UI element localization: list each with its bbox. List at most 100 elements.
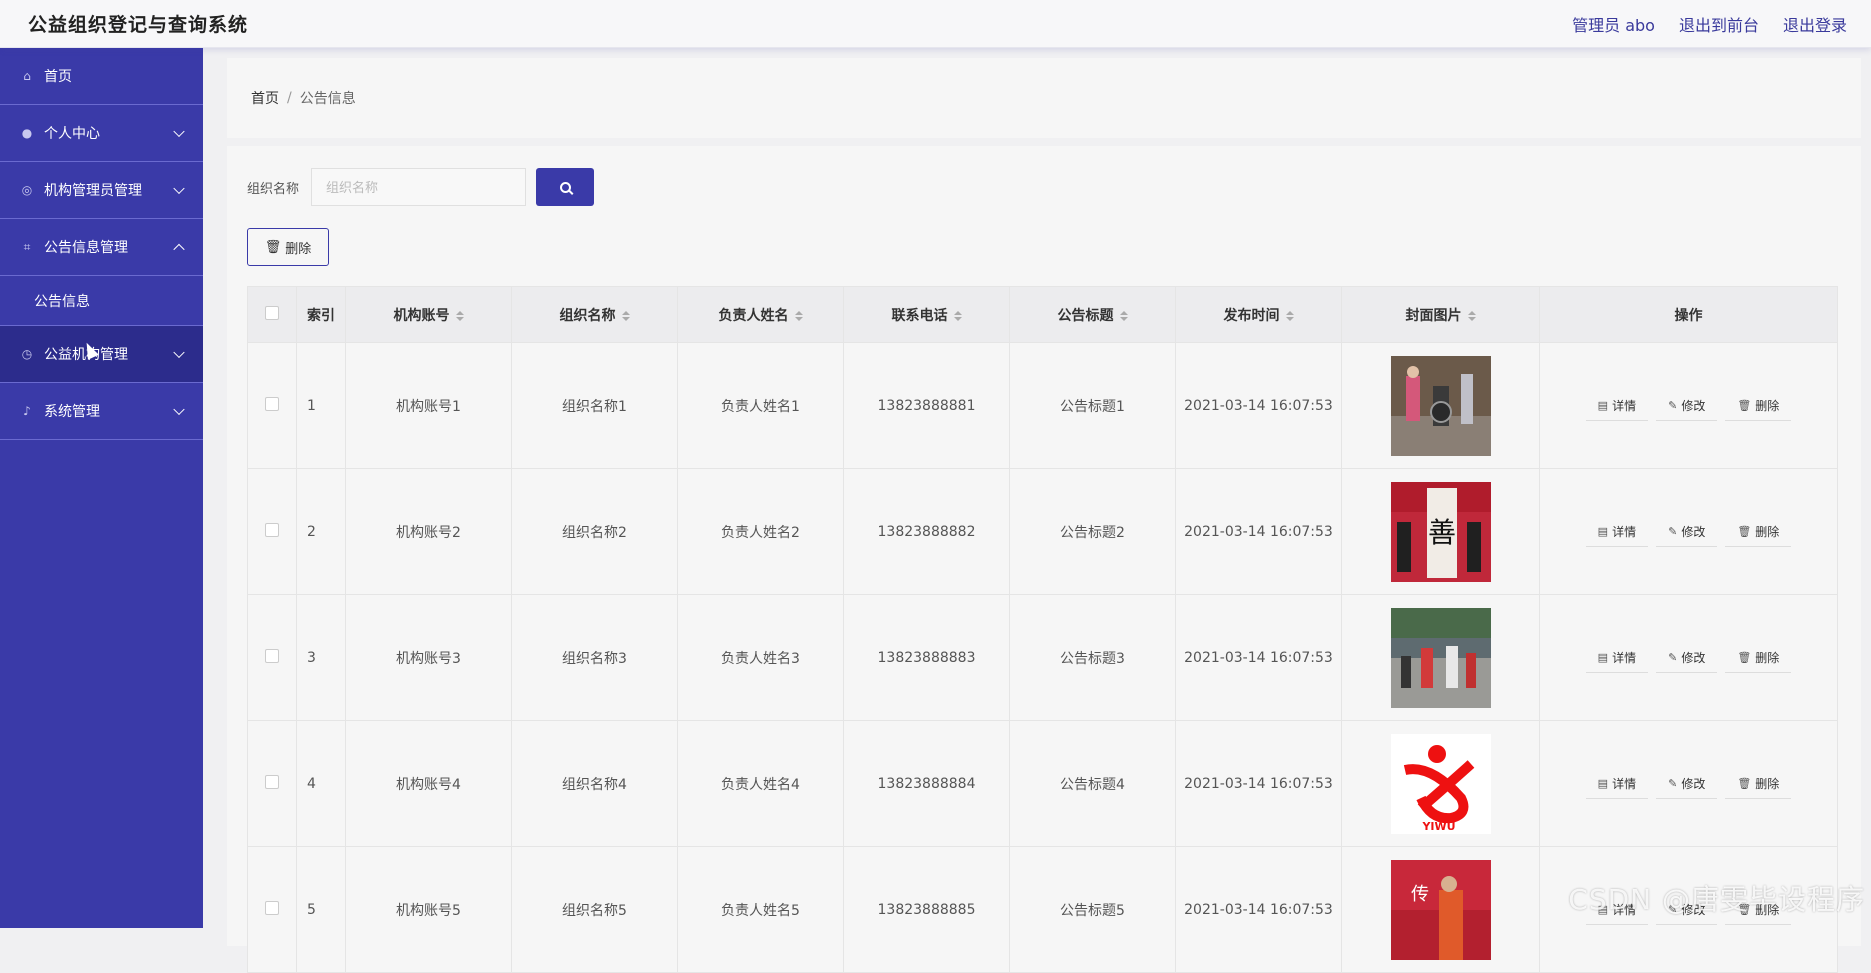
cell-time: 2021-03-14 16:07:53 bbox=[1176, 721, 1342, 847]
sidebar-subitem-announcement[interactable]: 公告信息 bbox=[0, 276, 203, 326]
breadcrumb-current: 公告信息 bbox=[300, 88, 356, 108]
row-actions: ▤详情 ✎修改 🗑 删除 bbox=[1540, 517, 1837, 547]
sidebar-item-label: 机构管理员管理 bbox=[44, 180, 142, 200]
select-all-checkbox[interactable] bbox=[265, 306, 279, 320]
detail-button[interactable]: ▤详情 bbox=[1586, 517, 1648, 547]
sidebar-item-system[interactable]: ♪ 系统管理 bbox=[0, 383, 203, 440]
delete-button[interactable]: 🗑删除 bbox=[1725, 391, 1791, 421]
row-checkbox[interactable] bbox=[265, 649, 279, 663]
col-label: 公告标题 bbox=[1058, 308, 1114, 324]
delete-label: 删除 bbox=[1755, 523, 1779, 540]
detail-button[interactable]: ▤详情 bbox=[1586, 391, 1648, 421]
sidebar-item-home[interactable]: ⌂ 首页 bbox=[0, 48, 203, 105]
edit-label: 修改 bbox=[1681, 523, 1705, 540]
col-phone[interactable]: 联系电话 bbox=[844, 287, 1010, 343]
cell-time: 2021-03-14 16:07:53 bbox=[1176, 595, 1342, 721]
cell-actions: ▤详情 ✎修改 🗑 删除 bbox=[1540, 469, 1838, 595]
col-time[interactable]: 发布时间 bbox=[1176, 287, 1342, 343]
detail-label: 详情 bbox=[1612, 775, 1636, 792]
col-title[interactable]: 公告标题 bbox=[1010, 287, 1176, 343]
cell-account: 机构账号5 bbox=[346, 847, 512, 973]
row-checkbox[interactable] bbox=[265, 523, 279, 537]
col-org[interactable]: 组织名称 bbox=[512, 287, 678, 343]
cell-org: 组织名称4 bbox=[512, 721, 678, 847]
search-row: 组织名称 bbox=[247, 168, 594, 206]
watermark: CSDN @唐雯毕设程序 bbox=[1568, 878, 1865, 918]
cell-actions: ▤详情 ✎ 修改 🗑删除 bbox=[1540, 595, 1838, 721]
detail-label: 详情 bbox=[1612, 649, 1636, 666]
cell-title: 公告标题4 bbox=[1010, 721, 1176, 847]
search-icon bbox=[560, 182, 571, 193]
col-person[interactable]: 负责人姓名 bbox=[678, 287, 844, 343]
document-icon: ▤ bbox=[1598, 399, 1608, 412]
delete-button[interactable]: 🗑 删除 bbox=[1725, 517, 1791, 547]
cell-person: 负责人姓名1 bbox=[678, 343, 844, 469]
cell-title: 公告标题1 bbox=[1010, 343, 1176, 469]
search-button[interactable] bbox=[536, 168, 594, 206]
cell-org: 组织名称2 bbox=[512, 469, 678, 595]
row-select-cell bbox=[248, 847, 297, 973]
cell-index: 5 bbox=[297, 847, 346, 973]
select-all-cell bbox=[248, 287, 297, 343]
delete-label: 删除 bbox=[1755, 397, 1779, 414]
chevron-down-icon bbox=[173, 126, 184, 137]
cell-time: 2021-03-14 16:07:53 bbox=[1176, 343, 1342, 469]
sort-icon bbox=[1286, 311, 1294, 321]
delete-label: 删除 bbox=[285, 238, 311, 257]
cover-image[interactable]: 传 bbox=[1342, 860, 1539, 960]
table-row: 3 机构账号3 组织名称3 负责人姓名3 13823888883 公告标题3 2… bbox=[248, 595, 1838, 721]
edit-button[interactable]: ✎修改 bbox=[1656, 517, 1717, 547]
announcement-table: 索引 机构账号 组织名称 负责人姓名 联系电话 公告标题 发布时间 封面图片 操… bbox=[247, 286, 1838, 973]
col-label: 联系电话 bbox=[892, 308, 948, 324]
detail-button[interactable]: ▤详情 bbox=[1586, 769, 1648, 799]
logout-link[interactable]: 退出登录 bbox=[1783, 12, 1847, 36]
edit-button[interactable]: ✎修改 bbox=[1656, 769, 1717, 799]
row-checkbox[interactable] bbox=[265, 901, 279, 915]
detail-button[interactable]: ▤详情 bbox=[1586, 643, 1648, 673]
search-input[interactable] bbox=[311, 168, 526, 206]
cell-title: 公告标题3 bbox=[1010, 595, 1176, 721]
edit-label: 修改 bbox=[1681, 775, 1705, 792]
admin-user-link[interactable]: 管理员 abo bbox=[1572, 12, 1655, 36]
cell-index: 4 bbox=[297, 721, 346, 847]
edit-label: 修改 bbox=[1681, 649, 1705, 666]
cell-person: 负责人姓名4 bbox=[678, 721, 844, 847]
col-account[interactable]: 机构账号 bbox=[346, 287, 512, 343]
cell-person: 负责人姓名2 bbox=[678, 469, 844, 595]
row-select-cell bbox=[248, 343, 297, 469]
search-label: 组织名称 bbox=[247, 178, 299, 197]
cover-image[interactable]: YIWU bbox=[1342, 734, 1539, 834]
edit-button[interactable]: ✎ 修改 bbox=[1656, 643, 1717, 673]
trash-icon: 🗑 bbox=[265, 240, 282, 255]
sidebar-item-charity-org[interactable]: ◷ 公益机构管理 bbox=[0, 326, 203, 383]
row-checkbox[interactable] bbox=[265, 775, 279, 789]
cover-image[interactable] bbox=[1342, 356, 1539, 456]
main-area: 首页 / 公告信息 组织名称 🗑 删除 索引 机构账号 组织名称 负责人姓名 bbox=[203, 48, 1871, 928]
cover-image[interactable]: 善 bbox=[1342, 482, 1539, 582]
cell-actions: ▤详情 ✎修改 🗑删除 bbox=[1540, 721, 1838, 847]
delete-button[interactable]: 🗑删除 bbox=[1725, 769, 1791, 799]
col-cover[interactable]: 封面图片 bbox=[1342, 287, 1540, 343]
cell-phone: 13823888884 bbox=[844, 721, 1010, 847]
cell-cover: 善 bbox=[1342, 469, 1540, 595]
trash-icon: 🗑 bbox=[1737, 525, 1751, 538]
cell-time: 2021-03-14 16:07:53 bbox=[1176, 847, 1342, 973]
table-row: 4 机构账号4 组织名称4 负责人姓名4 13823888884 公告标题4 2… bbox=[248, 721, 1838, 847]
cell-index: 3 bbox=[297, 595, 346, 721]
sidebar-item-announcement-mgmt[interactable]: ⌗ 公告信息管理 bbox=[0, 219, 203, 276]
sidebar-item-label: 系统管理 bbox=[44, 401, 100, 421]
breadcrumb-home[interactable]: 首页 bbox=[251, 88, 279, 108]
exit-to-front-link[interactable]: 退出到前台 bbox=[1679, 12, 1759, 36]
row-checkbox[interactable] bbox=[265, 397, 279, 411]
col-label: 封面图片 bbox=[1406, 308, 1462, 324]
edit-icon: ✎ bbox=[1668, 651, 1677, 664]
cell-cover bbox=[1342, 343, 1540, 469]
table-header-row: 索引 机构账号 组织名称 负责人姓名 联系电话 公告标题 发布时间 封面图片 操… bbox=[248, 287, 1838, 343]
delete-button[interactable]: 🗑删除 bbox=[1725, 643, 1791, 673]
sidebar-item-personal[interactable]: ● 个人中心 bbox=[0, 105, 203, 162]
batch-delete-button[interactable]: 🗑 删除 bbox=[247, 228, 329, 266]
detail-label: 详情 bbox=[1612, 523, 1636, 540]
cover-image[interactable] bbox=[1342, 608, 1539, 708]
sidebar-item-org-admin[interactable]: ◎ 机构管理员管理 bbox=[0, 162, 203, 219]
edit-button[interactable]: ✎修改 bbox=[1656, 391, 1717, 421]
